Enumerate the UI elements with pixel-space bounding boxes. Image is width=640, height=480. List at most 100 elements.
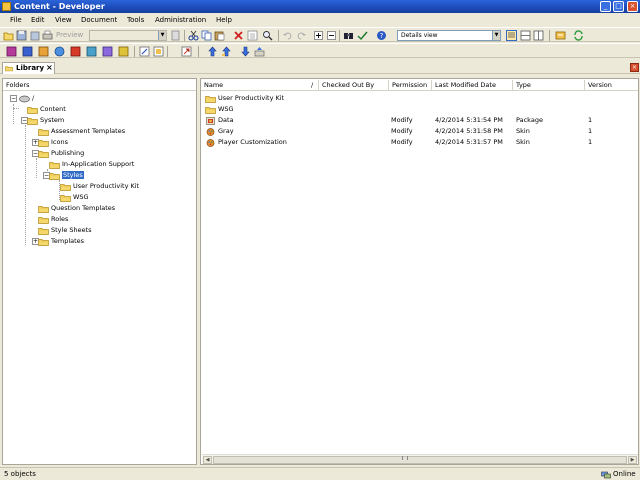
column-divider[interactable] (388, 80, 389, 90)
tree-item-styles[interactable]: Styles (49, 170, 84, 181)
tree-item-roles[interactable]: Roles (38, 214, 68, 225)
tree-item-label: WSG (73, 193, 89, 201)
close-pane-icon[interactable]: × (630, 63, 639, 72)
open-document-icon[interactable] (181, 46, 192, 57)
menu-edit[interactable]: Edit (31, 15, 45, 25)
row-modified: 4/2/2014 5:31:58 PM (435, 127, 503, 135)
properties-icon[interactable] (247, 30, 258, 41)
tree-item-content[interactable]: Content (27, 104, 66, 115)
collapse-icon[interactable] (326, 30, 337, 41)
help-book-icon[interactable] (170, 30, 181, 41)
check-out-icon[interactable] (221, 46, 232, 57)
details-view-icon[interactable] (506, 30, 517, 41)
tree-item-style-sheets[interactable]: Style Sheets (38, 225, 92, 236)
new-section-icon[interactable] (22, 46, 33, 57)
save-all-icon[interactable] (29, 30, 40, 41)
paste-icon[interactable] (214, 30, 225, 41)
help-icon[interactable]: ? (376, 30, 387, 41)
new-question-icon[interactable] (118, 46, 129, 57)
new-web-page-icon[interactable] (54, 46, 65, 57)
spellcheck-icon[interactable] (357, 30, 368, 41)
new-glossary-icon[interactable] (86, 46, 97, 57)
tree-item-publishing[interactable]: Publishing (38, 148, 84, 159)
view-mode-combo[interactable]: Details view ▼ (397, 30, 501, 41)
scrollbar-thumb[interactable] (213, 456, 627, 464)
maximize-button[interactable]: □ (613, 1, 624, 12)
undo-icon[interactable] (282, 30, 293, 41)
column-divider[interactable] (512, 80, 513, 90)
minimize-button[interactable]: _ (600, 1, 611, 12)
folder-icon (38, 128, 49, 136)
copy-icon[interactable] (201, 30, 212, 41)
tree-item-templates[interactable]: Templates (38, 236, 84, 247)
tree-item-root[interactable]: / (19, 93, 34, 104)
row-name: WSG (218, 105, 234, 113)
publish-icon[interactable] (555, 30, 566, 41)
menu-file[interactable]: File (10, 15, 22, 25)
menu-help[interactable]: Help (216, 15, 232, 25)
tree-item-question-templates[interactable]: Question Templates (38, 203, 115, 214)
tree-item-icons[interactable]: Icons (38, 137, 68, 148)
sort-indicator: / (311, 81, 314, 89)
find-icon[interactable] (262, 30, 273, 41)
scroll-right-icon[interactable]: ▶ (628, 456, 637, 464)
chevron-down-icon: ▼ (492, 31, 500, 40)
save-icon[interactable] (16, 30, 27, 41)
column-header-type[interactable]: Type (516, 81, 531, 89)
column-divider[interactable] (318, 80, 319, 90)
tab-close-icon[interactable]: × (46, 63, 53, 73)
menu-tools[interactable]: Tools (127, 15, 144, 25)
tree-item-label: Roles (51, 215, 69, 223)
new-topic-icon[interactable] (38, 46, 49, 57)
refresh-icon[interactable] (573, 30, 584, 41)
details-column-header: Name / Checked Out By Permission Last Mo… (201, 79, 638, 91)
preview-button[interactable]: Preview (56, 30, 88, 41)
preview-mode-combo[interactable]: ▼ (89, 30, 167, 41)
link-icon[interactable] (139, 46, 150, 57)
close-button[interactable]: × (627, 1, 638, 12)
open-icon[interactable] (3, 30, 14, 41)
check-in-icon[interactable] (207, 46, 218, 57)
tree-item-wsg[interactable]: WSG (60, 192, 89, 203)
table-row[interactable]: WSG (201, 104, 638, 115)
new-roles-icon[interactable] (102, 46, 113, 57)
menu-view[interactable]: View (55, 15, 72, 25)
column-header-last-modified[interactable]: Last Modified Date (435, 81, 496, 89)
binoculars-icon[interactable] (343, 30, 354, 41)
new-module-icon[interactable] (6, 46, 17, 57)
table-row[interactable]: Gray Modify 4/2/2014 5:31:58 PM Skin 1 (201, 126, 638, 137)
split-horizontal-icon[interactable] (520, 30, 531, 41)
column-header-version[interactable]: Version (588, 81, 612, 89)
menu-document[interactable]: Document (81, 15, 117, 25)
tree-item-system[interactable]: System (27, 115, 64, 126)
table-row[interactable]: Data Modify 4/2/2014 5:31:54 PM Package … (201, 115, 638, 126)
export-icon[interactable] (254, 46, 265, 57)
column-divider[interactable] (431, 80, 432, 90)
library-icon (5, 65, 13, 72)
scroll-left-icon[interactable]: ◀ (203, 456, 212, 464)
column-divider[interactable] (584, 80, 585, 90)
tree-item-in-application-support[interactable]: In-Application Support (49, 159, 134, 170)
attachment-icon[interactable] (153, 46, 164, 57)
expand-icon[interactable] (313, 30, 324, 41)
delete-icon[interactable] (233, 30, 244, 41)
new-package-icon[interactable] (70, 46, 81, 57)
horizontal-scrollbar[interactable]: ◀ ▶ (202, 454, 638, 464)
import-icon[interactable] (240, 46, 251, 57)
split-vertical-icon[interactable] (533, 30, 544, 41)
redo-icon[interactable] (296, 30, 307, 41)
column-header-permission[interactable]: Permission (392, 81, 427, 89)
tree-collapse-toggle[interactable]: − (10, 95, 17, 102)
row-modified: 4/2/2014 5:31:57 PM (435, 138, 503, 146)
tab-library[interactable]: Library × (2, 62, 55, 74)
tree-item-assessment-templates[interactable]: Assessment Templates (38, 126, 125, 137)
print-icon[interactable] (42, 30, 53, 41)
table-row[interactable]: Player Customization Modify 4/2/2014 5:3… (201, 137, 638, 148)
column-header-name[interactable]: Name (204, 81, 223, 89)
menu-administration[interactable]: Administration (155, 15, 206, 25)
tree-item-user-productivity-kit[interactable]: User Productivity Kit (60, 181, 139, 192)
table-row[interactable]: User Productivity Kit (201, 93, 638, 104)
cut-icon[interactable] (188, 30, 199, 41)
column-header-checked-out-by[interactable]: Checked Out By (322, 81, 374, 89)
folder-icon (38, 150, 49, 158)
